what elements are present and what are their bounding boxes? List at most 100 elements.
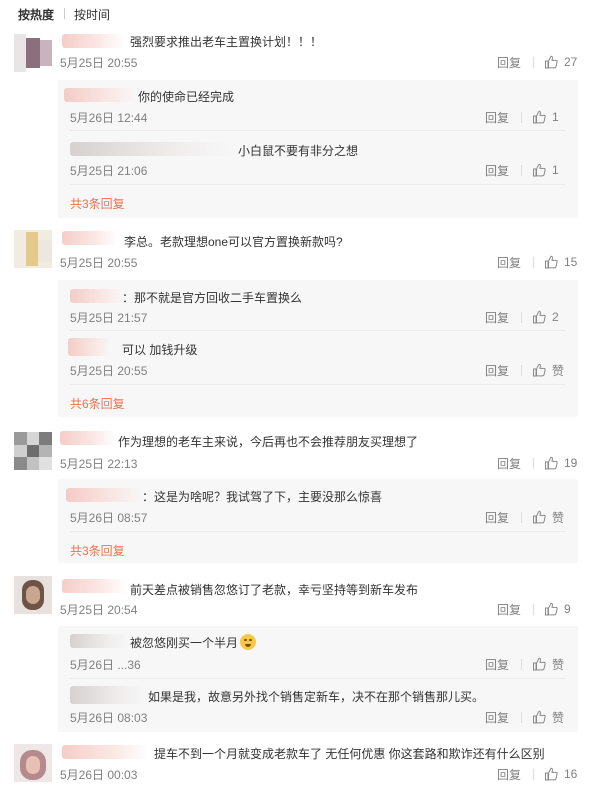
avatar[interactable]: [14, 432, 52, 470]
username-blurred[interactable]: [70, 289, 122, 303]
reply-button[interactable]: 回复: [485, 109, 509, 126]
reply-time: 5月25日 21:57: [70, 311, 148, 325]
thumbs-up-icon: [533, 310, 546, 324]
username-blurred[interactable]: [70, 142, 232, 156]
reply-actions: 回复 2: [485, 309, 566, 325]
username-blurred[interactable]: [60, 431, 116, 445]
reply-button[interactable]: 回复: [485, 162, 509, 179]
avatar[interactable]: [14, 576, 52, 614]
comment-actions: 回复 16: [497, 766, 578, 782]
thumbs-up-icon: [533, 657, 546, 671]
divider: [533, 56, 534, 68]
reply-text: ：那不就是官方回收二手车置换么: [122, 291, 303, 305]
reply-divider: [70, 330, 566, 331]
like-button[interactable]: 赞: [532, 362, 566, 379]
like-button[interactable]: 9: [544, 602, 578, 616]
reply-text: 小白鼠不要有非分之想: [238, 144, 359, 158]
comment-text: 李总。老款理想one可以官方置换新款吗?: [124, 235, 343, 249]
reply-divider: [70, 130, 566, 131]
username-blurred[interactable]: [66, 488, 142, 502]
view-more-replies-link[interactable]: 共3条回复: [70, 542, 125, 559]
sort-by-time-tab[interactable]: 按时间: [74, 6, 110, 23]
like-count: 1: [552, 163, 559, 177]
divider: [533, 457, 534, 469]
comment-text: 提车不到一个月就变成老款车了 无任何优惠 你这套路和欺诈还有什么区别: [154, 747, 545, 761]
divider: [521, 511, 522, 523]
comment-time: 5月26日 00:03: [60, 768, 138, 782]
username-blurred[interactable]: [62, 34, 124, 48]
like-label: 赞: [552, 510, 565, 525]
reply-actions: 回复 赞: [485, 362, 566, 378]
username-blurred[interactable]: [62, 745, 148, 759]
reply-divider: [70, 184, 566, 185]
thumbs-up-icon: [533, 710, 546, 724]
like-button[interactable]: 19: [544, 456, 578, 470]
username-blurred[interactable]: [70, 634, 128, 648]
reply-list: 被忽悠刚买一个半月 5月26日 ...36 回复 赞 如果是我，故意另外找个销售…: [58, 626, 578, 732]
reply-list: 你的使命已经完成 5月26日 12:44 回复 1 小白鼠不要有非分之想 5月2…: [58, 80, 578, 218]
like-button[interactable]: 1: [532, 110, 566, 124]
reply-button[interactable]: 回复: [497, 54, 521, 71]
username-blurred[interactable]: [62, 579, 126, 593]
like-button[interactable]: 赞: [532, 656, 566, 673]
comment-actions: 回复 27: [497, 54, 578, 70]
like-count: 27: [564, 55, 578, 69]
reply-button[interactable]: 回复: [485, 656, 509, 673]
avatar[interactable]: [14, 744, 52, 782]
view-more-replies-link[interactable]: 共6条回复: [70, 395, 125, 412]
divider: [521, 111, 522, 123]
reply-button[interactable]: 回复: [497, 455, 521, 472]
username-blurred[interactable]: [70, 686, 146, 704]
reply-time: 5月25日 20:55: [70, 364, 148, 378]
thumbs-up-icon: [533, 110, 546, 124]
reply-actions: 回复 赞: [485, 509, 566, 525]
reply-text: ：这是为啥呢？我试驾了下，主要没那么惊喜: [142, 490, 383, 504]
reply-button[interactable]: 回复: [485, 309, 509, 326]
like-label: 赞: [552, 657, 565, 672]
username-blurred[interactable]: [62, 231, 118, 245]
like-button[interactable]: 赞: [532, 509, 566, 526]
like-button[interactable]: 15: [544, 255, 578, 269]
thumbs-up-icon: [545, 55, 558, 69]
like-count: 2: [552, 310, 559, 324]
reply-actions: 回复 赞: [485, 656, 566, 672]
reply-divider: [70, 531, 566, 532]
avatar[interactable]: [14, 230, 52, 268]
reply-time: 5月26日 08:03: [70, 711, 148, 725]
comment-text: 强烈要求推出老车主置换计划！！！: [130, 35, 323, 49]
like-button[interactable]: 1: [532, 163, 566, 177]
reply-time: 5月25日 21:06: [70, 164, 148, 178]
reply-button[interactable]: 回复: [497, 766, 521, 783]
comment-time: 5月25日 20:55: [60, 56, 138, 70]
thumbs-up-icon: [545, 602, 558, 616]
reply-time: 5月26日 ...36: [70, 658, 141, 672]
reply-button[interactable]: 回复: [485, 709, 509, 726]
comment-actions: 回复 19: [497, 455, 578, 471]
reply-button[interactable]: 回复: [497, 601, 521, 618]
divider: [533, 256, 534, 268]
like-button[interactable]: 赞: [532, 709, 566, 726]
divider: [521, 711, 522, 723]
thumbs-up-icon: [545, 255, 558, 269]
thumbs-up-icon: [533, 163, 546, 177]
like-button[interactable]: 27: [544, 55, 578, 69]
view-more-replies-link[interactable]: 共3条回复: [70, 195, 125, 212]
reply-button[interactable]: 回复: [485, 362, 509, 379]
like-button[interactable]: 2: [532, 310, 566, 324]
reply-actions: 回复 1: [485, 162, 566, 178]
like-count: 19: [564, 456, 578, 470]
like-button[interactable]: 16: [544, 767, 578, 781]
reply-button[interactable]: 回复: [497, 254, 521, 271]
reply-button[interactable]: 回复: [485, 509, 509, 526]
reply-actions: 回复 1: [485, 109, 566, 125]
sort-by-hot-tab[interactable]: 按热度: [18, 6, 54, 23]
reply-divider: [70, 678, 566, 679]
username-blurred[interactable]: [68, 338, 110, 356]
username-blurred[interactable]: [64, 88, 136, 102]
reply-time: 5月26日 12:44: [70, 111, 148, 125]
divider: [521, 164, 522, 176]
reply-divider: [70, 384, 566, 385]
reply-text: 可以 加钱升级: [122, 343, 198, 357]
avatar[interactable]: [14, 34, 52, 72]
reply-text: 你的使命已经完成: [138, 90, 235, 104]
